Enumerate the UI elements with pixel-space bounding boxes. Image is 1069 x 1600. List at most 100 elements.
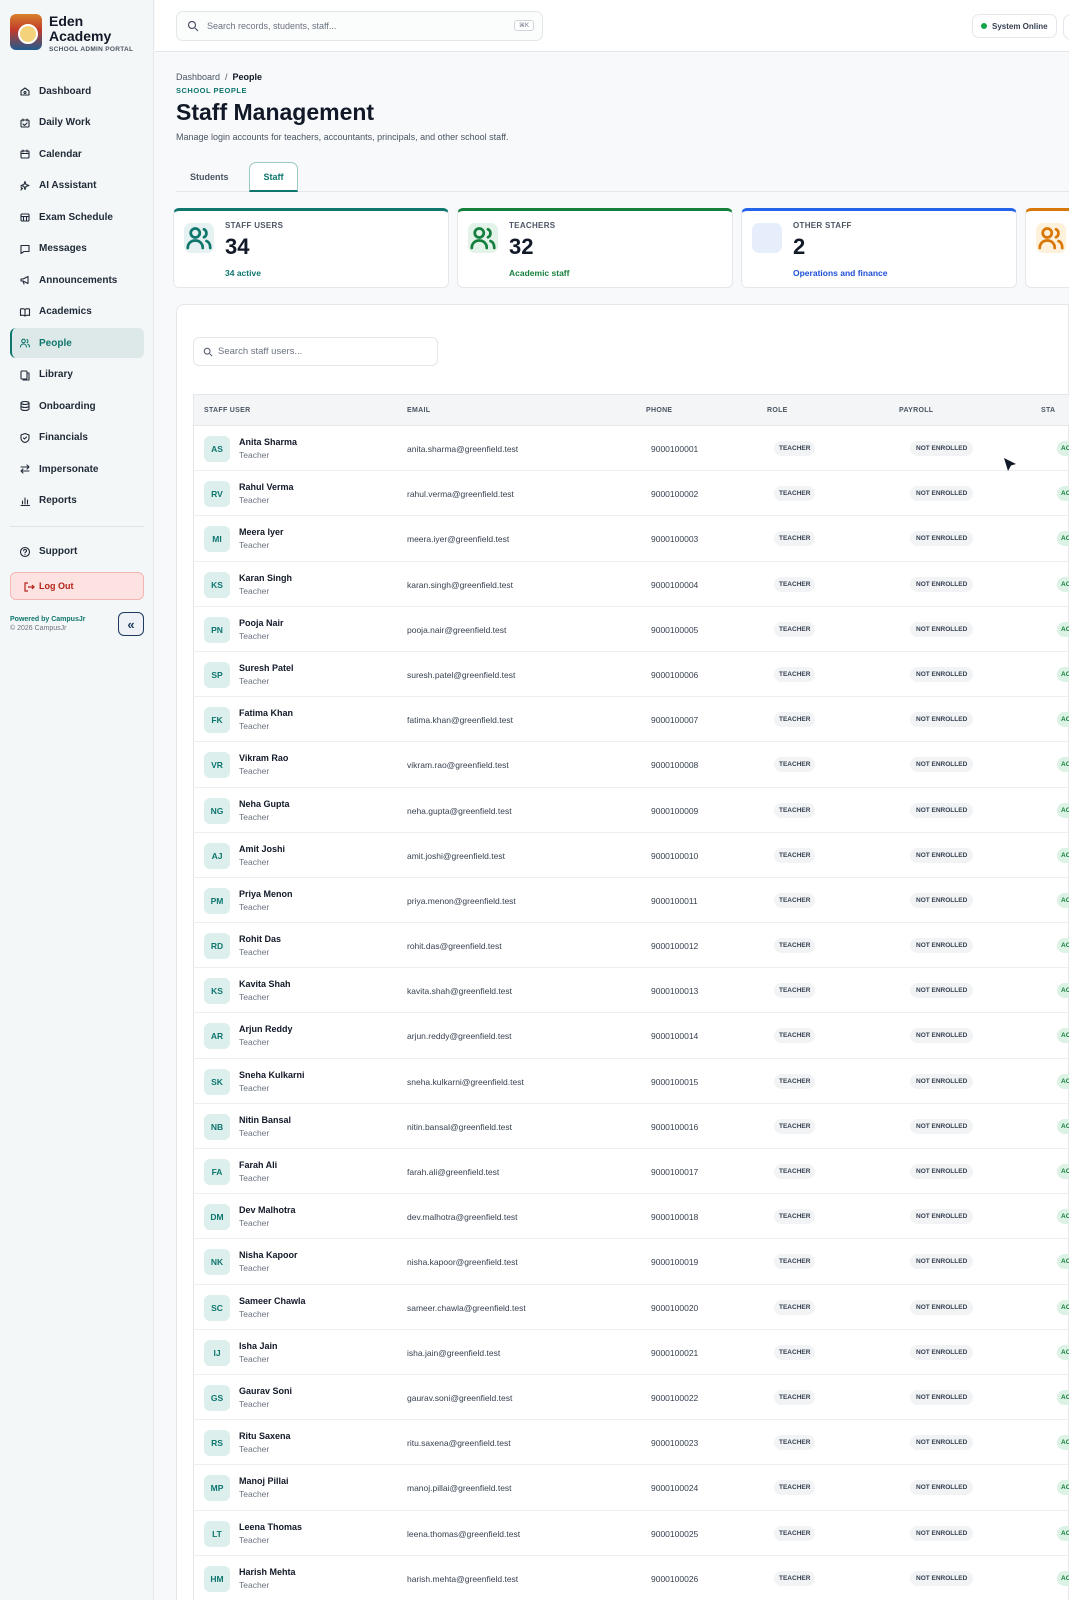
role-badge: TEACHER [774,576,816,592]
avatar: NK [204,1249,230,1276]
sidebar-item-daily-work[interactable]: Daily Work [10,108,144,138]
table-row[interactable]: FK Fatima Khan Teacher fatima.khan@greenfie… [193,697,1069,743]
table-row[interactable]: SK Sneha Kulkarni Teacher sneha.kulkarni@gr… [193,1058,1069,1104]
sidebar-item-onboarding[interactable]: Onboarding [10,391,144,421]
payroll-badge: NOT ENROLLED [910,938,974,954]
collapse-sidebar-button[interactable]: « [118,612,144,636]
table-row[interactable]: GS Gaurav Soni Teacher gaurav.soni@greenfie… [193,1374,1069,1421]
column-header-staff-user[interactable]: STAFF USER [204,407,250,414]
staff-email: sameer.chawla@greenfield.test [407,1302,526,1313]
column-header-phone[interactable]: PHONE [646,407,672,414]
role-badge: TEACHER [774,621,816,637]
sidebar-item-financials[interactable]: Financials [10,423,144,453]
staff-phone: 9000100010 [651,850,699,861]
sidebar-item-ai-assistant[interactable]: AI Assistant [10,171,144,201]
column-header-email[interactable]: EMAIL [407,407,430,414]
table-row[interactable]: NB Nitin Bansal Teacher nitin.bansal@greenf… [193,1103,1069,1149]
sidebar-item-impersonate[interactable]: Impersonate [10,454,144,484]
table-row[interactable]: AS Anita Sharma Teacher anita.sharma@greenf… [193,426,1069,472]
staff-email: gaurav.soni@greenfield.test [407,1392,513,1403]
table-row[interactable]: SC Sameer Chawla Teacher sameer.chawla@gree… [193,1284,1069,1330]
staff-phone: 9000100003 [651,534,699,545]
sidebar-item-exam-schedule[interactable]: Exam Schedule [10,202,144,232]
table-row[interactable]: VR Vikram Rao Teacher vikram.rao@greenfield… [193,742,1069,788]
staff-phone: 9000100021 [651,1347,699,1358]
table-row[interactable]: PM Priya Menon Teacher priya.menon@greenfie… [193,877,1069,924]
role-badge: TEACHER [774,1073,816,1089]
system-status: System Online [972,14,1057,38]
logout-button[interactable]: Log Out [10,572,144,600]
staff-phone: 9000100024 [651,1483,699,1494]
staff-name: Kavita Shah [239,979,291,990]
table-row[interactable]: NK Nisha Kapoor Teacher nisha.kapoor@greenf… [193,1239,1069,1285]
avatar: HM [204,1565,230,1592]
table-row[interactable]: RD Rohit Das Teacher rohit.das@greenfield.t… [193,923,1069,969]
sidebar-item-library[interactable]: Library [10,360,144,390]
swap-icon [19,463,31,475]
brand[interactable]: Eden Academy SCHOOL ADMIN PORTAL [10,14,133,53]
staff-email: ritu.saxena@greenfield.test [407,1438,511,1449]
staff-phone: 9000100004 [651,579,699,590]
table-row[interactable]: LT Leena Thomas Teacher leena.thomas@greenf… [193,1510,1069,1556]
staff-name: Sameer Chawla [239,1295,306,1306]
sidebar-item-announcements[interactable]: Announcements [10,265,144,295]
role-badge: TEACHER [774,983,816,999]
staff-name: Vikram Rao [239,753,289,764]
table-row[interactable]: HM Harish Mehta Teacher harish.mehta@greenf… [193,1555,1069,1600]
column-header-status[interactable]: STA [1041,407,1055,414]
avatar: GS [204,1384,230,1411]
payroll-badge: NOT ENROLLED [910,1435,974,1451]
breadcrumb-current: People [232,72,263,82]
role-badge: TEACHER [774,1435,816,1451]
sidebar-item-calendar[interactable]: Calendar [10,139,144,169]
staff-phone: 9000100009 [651,805,699,816]
staff-phone: 9000100023 [651,1438,699,1449]
sidebar-item-reports[interactable]: Reports [10,486,144,516]
sidebar-item-people[interactable]: People [10,328,144,358]
table-row[interactable]: DM Dev Malhotra Teacher dev.malhotra@greenf… [193,1194,1069,1240]
breadcrumb-dashboard-link[interactable]: Dashboard [176,72,220,82]
powered-by: Powered by CampusJr © 2026 CampusJr [10,616,85,632]
staff-name: Karan Singh [239,572,293,583]
staff-name: Harish Mehta [239,1566,296,1577]
column-header-role[interactable]: ROLE [767,407,788,414]
double-chevron-left-icon: « [127,616,135,632]
staff-email: neha.gupta@greenfield.test [407,805,512,816]
staff-role-label: Teacher [239,1534,270,1545]
staff-name: Gaurav Soni [239,1385,293,1396]
payroll-badge: NOT ENROLLED [910,1525,974,1541]
sidebar-item-messages[interactable]: Messages [10,234,144,264]
table-row[interactable]: MI Meera Iyer Teacher meera.iyer@greenfield… [193,516,1069,562]
payroll-badge: NOT ENROLLED [910,1344,974,1360]
table-row[interactable]: PN Pooja Nair Teacher pooja.nair@greenfield… [193,606,1069,652]
table-row[interactable]: FA Farah Ali Teacher farah.ali@greenfield.t… [193,1149,1069,1195]
sidebar-item-support[interactable]: Support [10,537,144,567]
avatar: MI [204,526,230,553]
staff-email: rahul.verma@greenfield.test [407,489,514,500]
topbar-action-button[interactable] [1063,14,1069,40]
table-row[interactable]: KS Karan Singh Teacher karan.singh@greenfie… [193,561,1069,607]
tab-students[interactable]: Students [190,162,229,192]
table-row[interactable]: AJ Amit Joshi Teacher amit.joshi@greenfield… [193,832,1069,878]
column-header-payroll[interactable]: PAYROLL [899,407,933,414]
sidebar-item-academics[interactable]: Academics [10,297,144,327]
table-row[interactable]: RS Ritu Saxena Teacher ritu.saxena@greenfie… [193,1420,1069,1466]
copyright-text: © 2026 CampusJr [10,625,67,632]
staff-role-label: Teacher [239,1127,270,1138]
database-icon [19,400,31,412]
table-row[interactable]: IJ Isha Jain Teacher isha.jain@greenfield.t… [193,1329,1069,1375]
staff-role-label: Teacher [239,1579,270,1590]
global-search-input[interactable]: Search records, students, staff... ⌘K [176,11,543,41]
table-row[interactable]: MP Manoj Pillai Teacher manoj.pillai@greenf… [193,1465,1069,1511]
staff-search-input[interactable]: Search staff users... [193,337,438,366]
tab-staff[interactable]: Staff [249,162,298,192]
table-row[interactable]: SP Suresh Patel Teacher suresh.patel@greenf… [193,651,1069,698]
sidebar-item-dashboard[interactable]: Dashboard [10,76,144,106]
table-row[interactable]: KS Kavita Shah Teacher kavita.shah@greenfie… [193,968,1069,1014]
staff-role-label: Teacher [239,1444,270,1455]
role-badge: TEACHER [774,847,816,863]
table-row[interactable]: AR Arjun Reddy Teacher arjun.reddy@greenfie… [193,1013,1069,1059]
table-row[interactable]: RV Rahul Verma Teacher rahul.verma@greenfie… [193,471,1069,517]
table-row[interactable]: NG Neha Gupta Teacher neha.gupta@greenfield… [193,787,1069,833]
status-badge: AC [1057,983,1069,999]
